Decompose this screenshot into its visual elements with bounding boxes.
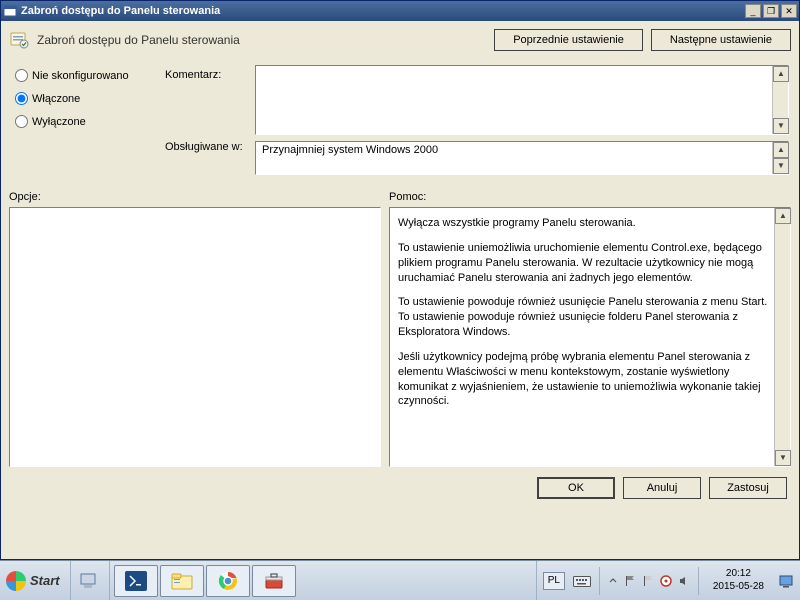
help-box: Wyłącza wszystkie programy Panelu sterow…	[389, 207, 791, 467]
clock-date: 2015-05-28	[713, 581, 764, 594]
supported-scrollbar[interactable]: ▲ ▼	[772, 142, 788, 174]
task-toolbox[interactable]	[252, 565, 296, 597]
start-label: Start	[30, 573, 60, 588]
tray-separator	[698, 567, 699, 595]
task-powershell[interactable]	[114, 565, 158, 597]
show-desktop-icon[interactable]	[778, 573, 794, 589]
scroll-down-icon[interactable]: ▼	[775, 450, 791, 466]
scroll-down-icon[interactable]: ▼	[773, 158, 789, 174]
header-row: Zabroń dostępu do Panelu sterowania Popr…	[9, 29, 791, 51]
policy-title: Zabroń dostępu do Panelu sterowania	[37, 33, 486, 47]
scroll-down-icon[interactable]: ▼	[773, 118, 789, 134]
apply-button[interactable]: Zastosuj	[709, 477, 787, 499]
supported-text: Przynajmniej system Windows 2000	[256, 142, 788, 174]
clock-time: 20:12	[713, 568, 764, 581]
tray-icons	[608, 575, 690, 587]
titlebar: Zabroń dostępu do Panelu sterowania _ ❐ …	[1, 1, 799, 21]
radio-disabled-label: Wyłączone	[32, 116, 86, 128]
flag-icon[interactable]	[624, 575, 636, 587]
start-orb-icon	[6, 571, 26, 591]
language-indicator[interactable]: PL	[543, 572, 565, 590]
radio-enabled-label: Włączone	[32, 93, 80, 105]
window-title: Zabroń dostępu do Panelu sterowania	[21, 5, 745, 17]
help-paragraph: Wyłącza wszystkie programy Panelu sterow…	[398, 216, 770, 231]
config-row: Nie skonfigurowano Włączone Wyłączone Ko…	[9, 59, 791, 177]
radio-disabled[interactable]: Wyłączone	[15, 115, 165, 128]
state-radios: Nie skonfigurowano Włączone Wyłączone	[15, 65, 165, 175]
right-fields: ▲ ▼ Przynajmniej system Windows 2000 ▲ ▼	[255, 65, 791, 175]
next-setting-button[interactable]: Następne ustawienie	[651, 29, 791, 51]
policy-editor-window: Zabroń dostępu do Panelu sterowania _ ❐ …	[0, 0, 800, 560]
scroll-up-icon[interactable]: ▲	[773, 142, 789, 158]
help-paragraph: To ustawienie uniemożliwia uruchomienie …	[398, 241, 770, 286]
help-paragraph: To ustawienie powoduje również usunięcie…	[398, 295, 770, 340]
comment-scrollbar[interactable]: ▲ ▼	[772, 66, 788, 134]
dialog-button-row: OK Anuluj Zastosuj	[9, 467, 791, 509]
radio-not-configured-label: Nie skonfigurowano	[32, 70, 129, 82]
maximize-button[interactable]: ❐	[763, 4, 779, 18]
task-chrome[interactable]	[206, 565, 250, 597]
radio-not-configured[interactable]: Nie skonfigurowano	[15, 69, 165, 82]
update-icon[interactable]	[660, 575, 672, 587]
quick-launch	[71, 561, 110, 600]
tray-chevron-icon[interactable]	[608, 576, 618, 586]
options-content	[10, 208, 380, 466]
policy-icon	[9, 30, 29, 50]
help-panel: Pomoc: Wyłącza wszystkie programy Panelu…	[389, 191, 791, 467]
comment-textarea[interactable]	[256, 66, 772, 134]
task-items	[110, 561, 300, 600]
supported-field: Przynajmniej system Windows 2000 ▲ ▼	[255, 141, 789, 175]
content-area: Zabroń dostępu do Panelu sterowania Popr…	[1, 21, 799, 559]
minimize-button[interactable]: _	[745, 4, 761, 18]
taskbar: Start PL	[0, 560, 800, 600]
window-icon	[3, 4, 17, 18]
scroll-up-icon[interactable]: ▲	[773, 66, 789, 82]
panels-row: Opcje: Pomoc: Wyłącza wszystkie programy…	[9, 191, 791, 467]
options-panel: Opcje:	[9, 191, 381, 467]
previous-setting-button[interactable]: Poprzednie ustawienie	[494, 29, 643, 51]
comment-field: ▲ ▼	[255, 65, 789, 135]
server-manager-icon[interactable]	[75, 566, 105, 596]
window-buttons: _ ❐ ✕	[745, 4, 797, 18]
mid-labels: Komentarz: Obsługiwane w:	[165, 65, 255, 175]
keyboard-icon[interactable]	[573, 574, 591, 588]
options-box	[9, 207, 381, 467]
scroll-up-icon[interactable]: ▲	[775, 208, 791, 224]
ok-button[interactable]: OK	[537, 477, 615, 499]
help-paragraph: Jeśli użytkownicy podejmą próbę wybrania…	[398, 350, 770, 409]
radio-disabled-input[interactable]	[15, 115, 28, 128]
flag-icon[interactable]	[642, 575, 654, 587]
task-explorer[interactable]	[160, 565, 204, 597]
tray-separator	[599, 567, 600, 595]
radio-not-configured-input[interactable]	[15, 69, 28, 82]
help-heading: Pomoc:	[389, 191, 791, 203]
radio-enabled[interactable]: Włączone	[15, 92, 165, 105]
taskbar-spacer	[300, 561, 536, 600]
clock[interactable]: 20:12 2015-05-28	[707, 568, 770, 593]
speaker-icon[interactable]	[678, 575, 690, 587]
help-text: Wyłącza wszystkie programy Panelu sterow…	[390, 208, 790, 466]
radio-enabled-input[interactable]	[15, 92, 28, 105]
comment-label: Komentarz:	[165, 69, 255, 81]
options-heading: Opcje:	[9, 191, 381, 203]
close-button[interactable]: ✕	[781, 4, 797, 18]
start-button[interactable]: Start	[0, 561, 71, 600]
cancel-button[interactable]: Anuluj	[623, 477, 701, 499]
help-scrollbar[interactable]: ▲ ▼	[774, 208, 790, 466]
system-tray: PL 20:12 2015-05-28	[536, 561, 800, 600]
supported-label: Obsługiwane w:	[165, 141, 255, 153]
